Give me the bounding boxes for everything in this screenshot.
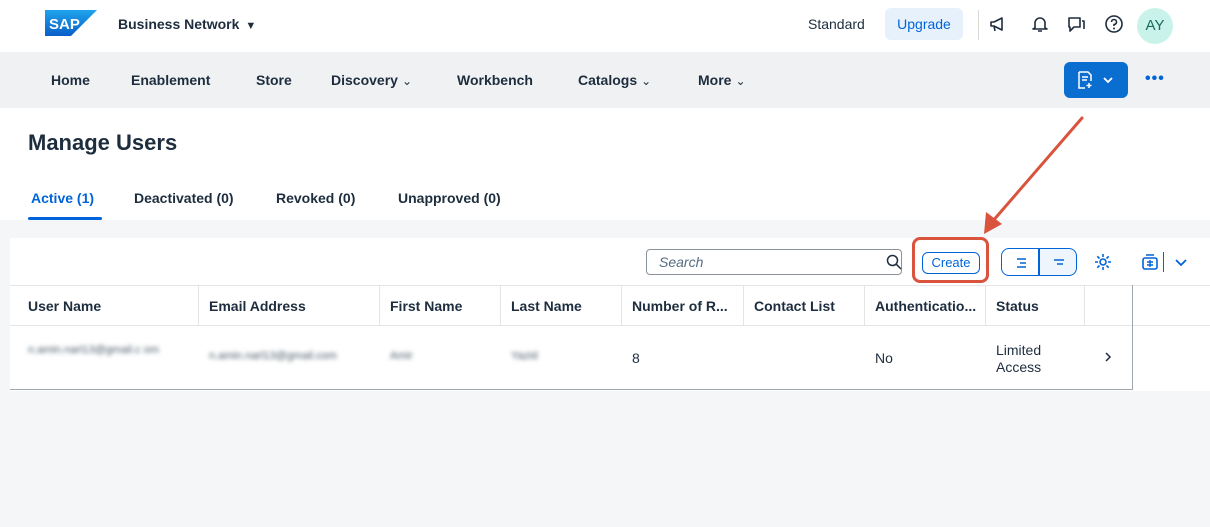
settings-icon[interactable] [1093, 252, 1113, 272]
nav-item-label: Catalogs [578, 72, 638, 88]
column-divider [500, 285, 501, 326]
chevron-right-icon[interactable] [1102, 350, 1114, 364]
caret-down-icon: ▼ [245, 20, 257, 32]
nav-item-store[interactable]: Store [256, 72, 292, 88]
nav-item-discovery[interactable]: Discovery ⌄ [331, 72, 412, 88]
chevron-down-icon: ⌄ [641, 74, 652, 88]
nav-item-more[interactable]: More ⌄ [698, 72, 746, 88]
create-button[interactable]: Create [922, 252, 980, 274]
tab-active[interactable]: Active (1) [31, 190, 94, 206]
page-title: Manage Users [28, 130, 178, 155]
cell-status: Limited Access [996, 342, 1041, 376]
cell-number-of-roles: 8 [632, 350, 640, 366]
column-header-last-name[interactable]: Last Name [511, 298, 621, 314]
standard-button[interactable]: Standard [800, 8, 873, 40]
nav-bar: Home Enablement Store Discovery ⌄ Workben… [0, 52, 1210, 108]
cell-authentication: No [875, 350, 893, 366]
column-header-number-of-roles[interactable]: Number of R... [632, 298, 744, 314]
shell-divider [978, 10, 979, 40]
overflow-menu-icon[interactable]: ••• [1145, 70, 1165, 88]
column-header-authentication[interactable]: Authenticatio... [875, 298, 985, 314]
chevron-down-icon[interactable] [1174, 252, 1188, 272]
bell-icon[interactable] [1030, 14, 1050, 34]
nav-item-home[interactable]: Home [51, 72, 90, 88]
nav-item-label: Workbench [457, 72, 533, 88]
upgrade-button[interactable]: Upgrade [885, 8, 963, 40]
search-field[interactable] [646, 249, 902, 275]
column-divider [198, 285, 199, 326]
search-input[interactable] [647, 250, 871, 274]
chat-icon[interactable] [1066, 14, 1086, 34]
table-header: User Name Email Address First Name Last … [10, 285, 1210, 326]
megaphone-icon[interactable] [988, 14, 1008, 34]
sort-button[interactable] [1001, 248, 1039, 276]
column-divider [985, 285, 986, 326]
annotation-arrow [984, 116, 1084, 234]
active-tab-indicator [28, 217, 102, 220]
nav-item-label: Discovery [331, 72, 398, 88]
chevron-down-icon: ⌄ [401, 74, 412, 88]
create-document-button[interactable] [1064, 62, 1128, 98]
column-divider [864, 285, 865, 326]
column-divider [743, 285, 744, 326]
column-header-email[interactable]: Email Address [209, 298, 379, 314]
shell-bar: SAP Business Network ▼ Standard Upgrade A… [0, 0, 1210, 52]
help-icon[interactable] [1104, 14, 1124, 34]
column-divider [621, 285, 622, 326]
chevron-down-icon [1103, 77, 1113, 84]
status-line: Access [996, 359, 1042, 375]
tab-deactivated[interactable]: Deactivated (0) [134, 190, 234, 206]
nav-item-workbench[interactable]: Workbench [457, 72, 533, 88]
nav-item-label: More [698, 72, 732, 88]
nav-item-enablement[interactable]: Enablement [131, 72, 210, 88]
tab-unapproved[interactable]: Unapproved (0) [398, 190, 501, 206]
column-header-status[interactable]: Status [996, 298, 1076, 314]
sap-logo[interactable]: SAP [45, 10, 97, 36]
column-divider [379, 285, 380, 326]
chevron-down-icon: ⌄ [735, 74, 746, 88]
group-button[interactable] [1039, 248, 1077, 276]
document-add-icon [1078, 71, 1092, 89]
sort-icon [1017, 258, 1026, 268]
table-row[interactable]: n.amin.narl13@gmail.c om n.amin.narl13@g… [10, 326, 1132, 390]
nav-item-label: Enablement [131, 72, 211, 88]
toolbar-separator [1163, 252, 1164, 272]
product-switcher[interactable]: Business Network ▼ [118, 16, 256, 32]
column-header-contact-list[interactable]: Contact List [754, 298, 864, 314]
cell-user-name: n.amin.narl13@gmail.c om [28, 344, 159, 356]
nav-item-catalogs[interactable]: Catalogs ⌄ [578, 72, 651, 88]
column-divider [1084, 285, 1085, 326]
nav-item-label: Home [51, 72, 90, 88]
cell-email: n.amin.narl13@gmail.com [209, 350, 337, 362]
table-export-icon[interactable] [1140, 252, 1160, 272]
product-name: Business Network [118, 16, 240, 32]
sap-logo-text: SAP [49, 16, 80, 33]
cell-last-name: Yazid [511, 350, 538, 362]
tab-revoked[interactable]: Revoked (0) [276, 190, 355, 206]
nav-item-label: Store [256, 72, 292, 88]
avatar[interactable]: AY [1137, 8, 1173, 44]
group-icon [1054, 259, 1064, 265]
status-line: Limited [996, 342, 1042, 358]
column-header-user-name[interactable]: User Name [28, 298, 198, 314]
table-right-border [1132, 285, 1133, 390]
search-icon[interactable] [886, 254, 902, 270]
cell-first-name: Amir [390, 350, 413, 362]
column-header-first-name[interactable]: First Name [390, 298, 500, 314]
